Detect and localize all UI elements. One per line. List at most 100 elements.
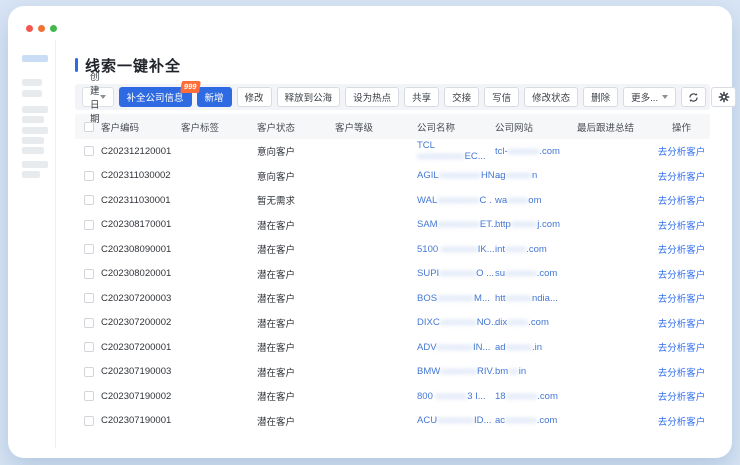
settings-button[interactable] xyxy=(711,87,736,107)
redacted-text: oooooo xyxy=(436,391,468,402)
sidebar-item[interactable] xyxy=(22,127,48,134)
col-header-customer-level: 客户等级 xyxy=(335,120,417,134)
redacted-text: ooooo xyxy=(511,219,537,230)
row-checkbox[interactable] xyxy=(84,171,94,181)
company-name-cell: 5100 oooooooIK... xyxy=(417,244,495,255)
analyze-customer-link[interactable]: 去分析客户 xyxy=(658,172,706,183)
customer-code-cell: C202308170001 xyxy=(101,219,181,230)
col-header-customer-tag: 客户标签 xyxy=(181,120,257,134)
table-row: C202307190002 潜在客户 800 oooooo3 I... 18oo… xyxy=(75,384,710,409)
add-button[interactable]: 新增 xyxy=(197,87,232,107)
close-window-icon[interactable] xyxy=(26,25,33,32)
sidebar-item[interactable] xyxy=(22,171,40,178)
action-cell: 去分析客户 xyxy=(653,340,710,354)
col-header-customer-code: 客户编码 xyxy=(101,120,181,134)
redacted-text: ooooo xyxy=(506,342,532,353)
analyze-customer-link[interactable]: 去分析客户 xyxy=(658,196,706,207)
row-checkbox[interactable] xyxy=(84,244,94,254)
company-website-cell: acoooooo.com xyxy=(495,415,577,426)
company-name-cell: AGILooooooooHN... xyxy=(417,170,495,181)
change-status-button[interactable]: 修改状态 xyxy=(524,87,578,107)
handover-button[interactable]: 交接 xyxy=(444,87,479,107)
share-button[interactable]: 共享 xyxy=(404,87,439,107)
action-cell: 去分析客户 xyxy=(653,267,710,281)
table-row: C202312120001 意向客户 TCL oooooooooEC... tc… xyxy=(75,139,710,164)
redacted-text: ooooo xyxy=(506,293,532,304)
toolbar-buttons: 补全公司信息 999 新增 修改 释放到公海 设为热点 共享 交接 写信 修改状… xyxy=(119,87,737,107)
table-header: 客户编码 客户标签 客户状态 客户等级 公司名称 公司网站 最后跟进总结 操作 xyxy=(75,114,710,139)
sidebar-item[interactable] xyxy=(22,137,44,144)
row-checkbox[interactable] xyxy=(84,391,94,401)
redacted-text: ooooooo xyxy=(441,244,478,255)
row-checkbox[interactable] xyxy=(84,220,94,230)
sidebar-item-active[interactable] xyxy=(22,55,48,62)
company-name-cell: 800 oooooo3 I... xyxy=(417,391,495,402)
company-website-cell: tcl-oooooo.com xyxy=(495,146,577,157)
delete-button[interactable]: 删除 xyxy=(583,87,618,107)
row-checkbox[interactable] xyxy=(84,367,94,377)
table-row: C202308020001 潜在客户 SUPIoooooooO ... suoo… xyxy=(75,262,710,287)
customer-code-cell: C202307200003 xyxy=(101,293,181,304)
more-button[interactable]: 更多... xyxy=(623,87,676,107)
refresh-button[interactable] xyxy=(681,87,706,107)
edit-button[interactable]: 修改 xyxy=(237,87,272,107)
sidebar-item[interactable] xyxy=(22,90,42,97)
sidebar-item[interactable] xyxy=(22,106,48,113)
row-checkbox[interactable] xyxy=(84,416,94,426)
gear-icon xyxy=(718,91,730,103)
write-email-button[interactable]: 写信 xyxy=(484,87,519,107)
sidebar-item[interactable] xyxy=(22,161,48,168)
chevron-down-icon xyxy=(662,95,668,99)
analyze-customer-link[interactable]: 去分析客户 xyxy=(658,417,706,428)
customer-status-cell: 潜在客户 xyxy=(257,242,335,256)
analyze-customer-link[interactable]: 去分析客户 xyxy=(658,368,706,379)
create-date-filter-select[interactable]: 创建日期 xyxy=(82,87,114,107)
analyze-customer-link[interactable]: 去分析客户 xyxy=(658,319,706,330)
customer-status-cell: 潜在客户 xyxy=(257,414,335,428)
company-name-cell: TCL oooooooooEC... xyxy=(417,140,495,162)
customer-code-cell: C202307200002 xyxy=(101,317,181,328)
chevron-down-icon xyxy=(100,95,106,99)
customer-code-cell: C202308090001 xyxy=(101,244,181,255)
action-cell: 去分析客户 xyxy=(653,414,710,428)
set-hotspot-button[interactable]: 设为热点 xyxy=(345,87,399,107)
sidebar-item[interactable] xyxy=(22,147,44,154)
customer-code-cell: C202311030001 xyxy=(101,195,181,206)
row-checkbox[interactable] xyxy=(84,342,94,352)
row-checkbox[interactable] xyxy=(84,293,94,303)
customer-code-cell: C202311030002 xyxy=(101,170,181,181)
company-name-cell: WALooooooooC . xyxy=(417,195,495,206)
company-name-cell: BOSoooooooM... xyxy=(417,293,495,304)
sidebar-item[interactable] xyxy=(22,79,42,86)
analyze-customer-link[interactable]: 去分析客户 xyxy=(658,294,706,305)
customer-status-cell: 意向客户 xyxy=(257,144,335,158)
row-checkbox[interactable] xyxy=(84,195,94,205)
row-checkbox[interactable] xyxy=(84,269,94,279)
redacted-text: ooooo xyxy=(506,170,532,181)
analyze-customer-link[interactable]: 去分析客户 xyxy=(658,221,706,232)
minimize-window-icon[interactable] xyxy=(38,25,45,32)
analyze-customer-link[interactable]: 去分析客户 xyxy=(658,343,706,354)
toolbar: 创建日期 补全公司信息 999 新增 修改 释放到公海 设为热点 共享 交接 写… xyxy=(75,84,710,110)
row-checkbox[interactable] xyxy=(84,318,94,328)
table-row: C202307190003 潜在客户 BMWoooooooRIV... bmoo… xyxy=(75,360,710,385)
analyze-customer-link[interactable]: 去分析客户 xyxy=(658,270,706,281)
complete-company-info-button[interactable]: 补全公司信息 999 xyxy=(119,87,192,107)
redacted-text: oooo xyxy=(507,317,528,328)
redacted-text: ooooooo xyxy=(436,342,473,353)
analyze-customer-link[interactable]: 去分析客户 xyxy=(658,245,706,256)
redacted-text: oooooo xyxy=(505,268,537,279)
analyze-customer-link[interactable]: 去分析客户 xyxy=(658,147,706,158)
analyze-customer-link[interactable]: 去分析客户 xyxy=(658,392,706,403)
title-accent-bar xyxy=(75,58,78,72)
customer-status-cell: 潜在客户 xyxy=(257,365,335,379)
release-to-pool-button[interactable]: 释放到公海 xyxy=(277,87,341,107)
customer-status-cell: 潜在客户 xyxy=(257,291,335,305)
action-cell: 去分析客户 xyxy=(653,316,710,330)
maximize-window-icon[interactable] xyxy=(50,25,57,32)
row-checkbox[interactable] xyxy=(84,146,94,156)
redacted-text: oooo xyxy=(505,244,526,255)
company-name-cell: SAMooooooooET... xyxy=(417,219,495,230)
sidebar-item[interactable] xyxy=(22,116,44,123)
select-all-checkbox[interactable] xyxy=(84,122,94,132)
